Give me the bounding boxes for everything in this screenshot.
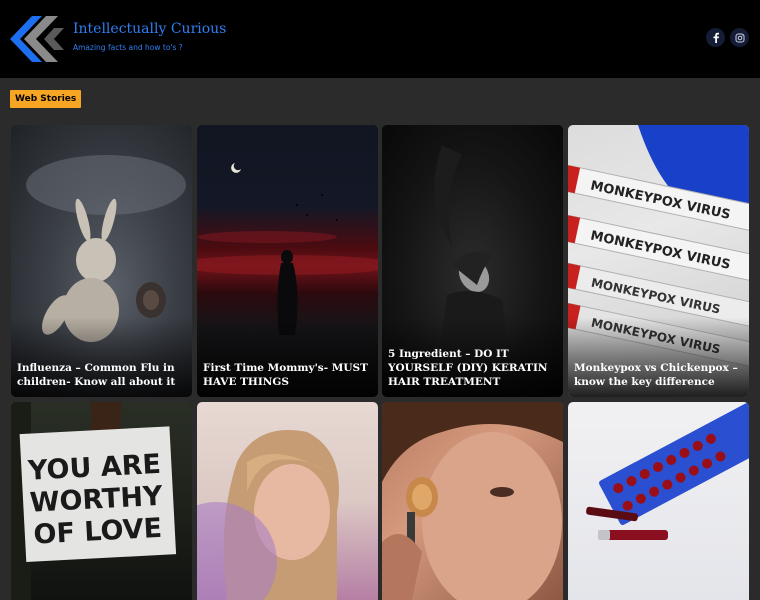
site-logo[interactable] bbox=[10, 14, 64, 64]
story-title[interactable]: 5 Ingredient – DO IT YOURSELF (DIY) KERA… bbox=[388, 347, 557, 389]
story-card[interactable]: Influenza – Common Flu in children- Know… bbox=[11, 125, 192, 397]
site-header: Intellectually Curious Amazing facts and… bbox=[0, 0, 760, 78]
worthy-sign-image: YOU ARE WORTHY OF LOVE bbox=[11, 402, 192, 600]
blood-tubes-image bbox=[568, 402, 749, 600]
story-card[interactable]: YOU ARE WORTHY OF LOVE bbox=[11, 402, 192, 600]
story-title[interactable]: First Time Mommy's- MUST HAVE THINGS bbox=[203, 361, 372, 389]
story-card[interactable] bbox=[197, 402, 378, 600]
story-card[interactable] bbox=[568, 402, 749, 600]
story-title[interactable]: Monkeypox vs Chickenpox – know the key d… bbox=[574, 361, 743, 389]
site-title[interactable]: Intellectually Curious bbox=[73, 21, 226, 37]
instagram-icon[interactable] bbox=[730, 28, 749, 47]
story-title[interactable]: Influenza – Common Flu in children- Know… bbox=[17, 361, 186, 389]
story-card[interactable]: First Time Mommy's- MUST HAVE THINGS bbox=[197, 125, 378, 397]
story-card[interactable] bbox=[382, 402, 563, 600]
story-card[interactable]: 5 Ingredient – DO IT YOURSELF (DIY) KERA… bbox=[382, 125, 563, 397]
facebook-icon[interactable] bbox=[706, 28, 725, 47]
face-roller-image bbox=[382, 402, 563, 600]
site-tagline: Amazing facts and how to's ? bbox=[73, 43, 183, 52]
blonde-woman-image bbox=[197, 402, 378, 600]
story-card[interactable]: MONKEYPOX VIRUS MONKEYPOX VIRUS MONKEYPO… bbox=[568, 125, 749, 397]
web-stories-label[interactable]: Web Stories bbox=[10, 90, 82, 108]
